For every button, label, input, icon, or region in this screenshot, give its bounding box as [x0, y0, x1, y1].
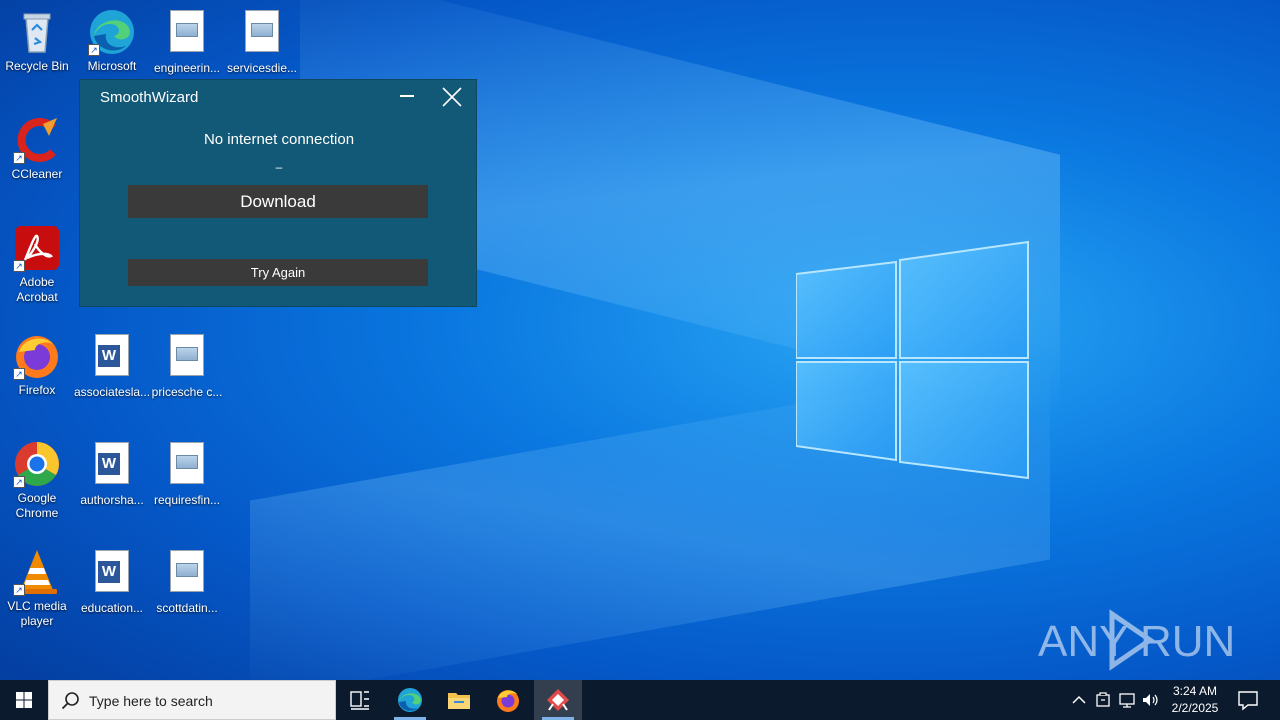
- volume-icon: [1143, 694, 1158, 706]
- adobe-acrobat-icon: ↗: [13, 224, 61, 272]
- image-file-icon: [170, 550, 204, 592]
- word-document-icon: W: [95, 550, 129, 592]
- download-button[interactable]: Download: [128, 185, 428, 218]
- edge-icon: [398, 688, 422, 712]
- start-button[interactable]: [0, 680, 48, 720]
- desktop-icon-label: Microsoft Edge: [87, 59, 137, 73]
- edge-icon: ↗: [88, 8, 136, 56]
- desktop-icon-scottdatin[interactable]: scottdatin...: [149, 548, 225, 616]
- desktop-icon-label: Google Chrome: [15, 491, 59, 520]
- vlc-cone-icon: ↗: [13, 548, 61, 596]
- image-file-icon: [170, 10, 204, 52]
- search-icon: [61, 692, 79, 710]
- desktop-icon-firefox[interactable]: ↗ Firefox: [0, 332, 75, 398]
- desktop-icon-label: pricesche c...: [151, 385, 223, 399]
- desktop-icon-label: scottdatin...: [156, 601, 218, 615]
- watermark-text-any: ANY: [1038, 617, 1128, 666]
- security-tray-button[interactable]: [1093, 690, 1113, 710]
- window-title: SmoothWizard: [100, 89, 199, 106]
- taskbar-edge-button[interactable]: [386, 680, 434, 720]
- desktop-icon-engineerin[interactable]: engineerin...: [149, 8, 225, 76]
- desktop-icon-label: Recycle Bin: [5, 59, 69, 73]
- desktop-icon-education[interactable]: W education...: [74, 548, 150, 616]
- watermark-text-run: RUN: [1140, 617, 1235, 666]
- desktop-icon-label: associatesla...: [74, 385, 151, 399]
- firefox-icon: [497, 690, 519, 712]
- firefox-icon: ↗: [13, 332, 61, 380]
- desktop-icon-label: authorsha...: [80, 493, 144, 507]
- desktop-icon-ccleaner[interactable]: ↗ CCleaner: [0, 116, 75, 182]
- word-document-icon: W: [95, 442, 129, 484]
- status-dash: –: [275, 160, 283, 174]
- image-file-icon: [245, 10, 279, 52]
- try-again-button[interactable]: Try Again: [128, 259, 428, 286]
- windows-start-icon: [16, 692, 32, 708]
- desktop-icon-requiresfin[interactable]: requiresfin...: [149, 440, 225, 508]
- desktop-icon-label: VLC media player: [7, 599, 67, 628]
- network-icon: [1119, 693, 1135, 708]
- action-center-button[interactable]: [1236, 688, 1260, 712]
- shortcut-arrow-icon: ↗: [13, 260, 25, 272]
- clock-time: 3:24 AM: [1172, 684, 1218, 698]
- ccleaner-icon: ↗: [13, 116, 61, 164]
- smoothwizard-window: SmoothWizard No internet connection – Do…: [79, 79, 477, 307]
- taskbar-firefox-button[interactable]: [484, 680, 532, 720]
- minimize-button[interactable]: [398, 86, 416, 106]
- image-file-icon: [170, 334, 204, 376]
- taskbar-search-box[interactable]: Type here to search: [48, 680, 336, 720]
- desktop-icon-label: education...: [80, 601, 144, 615]
- image-file-icon: [170, 442, 204, 484]
- security-icon: [1096, 692, 1110, 707]
- network-tray-button[interactable]: [1117, 690, 1137, 710]
- desktop-icon-microsoft-edge[interactable]: ↗ Microsoft Edge: [74, 8, 150, 74]
- taskbar-clock[interactable]: 3:24 AM 2/2/2025: [1164, 683, 1226, 717]
- task-view-icon: [350, 691, 369, 710]
- shortcut-arrow-icon: ↗: [13, 476, 25, 488]
- notification-icon: [1238, 691, 1258, 711]
- smoothwizard-app-icon: [547, 689, 569, 711]
- desktop-icon-recycle-bin[interactable]: Recycle Bin: [0, 8, 75, 74]
- shortcut-arrow-icon: ↗: [13, 368, 25, 380]
- windows-wallpaper-logo: [796, 240, 1029, 480]
- connection-status-text: No internet connection: [203, 131, 355, 148]
- desktop-icon-associatesla[interactable]: W associatesla...: [74, 332, 150, 400]
- desktop-icon-google-chrome[interactable]: ↗ Google Chrome: [0, 440, 75, 521]
- desktop-icon-label: servicesdie...: [226, 61, 298, 75]
- desktop-icon-authorsha[interactable]: W authorsha...: [74, 440, 150, 508]
- desktop-icon-pricesche[interactable]: pricesche c...: [149, 332, 225, 400]
- taskbar-file-explorer-button[interactable]: [435, 680, 483, 720]
- desktop-icon-label: Adobe Acrobat: [16, 275, 58, 304]
- desktop-icon-servicesdie[interactable]: servicesdie...: [224, 8, 300, 76]
- show-hidden-icons-button[interactable]: [1069, 690, 1089, 710]
- desktop-icon-label: engineerin...: [153, 61, 221, 75]
- clock-date: 2/2/2025: [1171, 701, 1219, 715]
- desktop-icon-label: Firefox: [18, 383, 56, 397]
- volume-tray-button[interactable]: [1141, 690, 1161, 710]
- word-document-icon: W: [95, 334, 129, 376]
- shortcut-arrow-icon: ↗: [13, 584, 25, 596]
- shortcut-arrow-icon: ↗: [13, 152, 25, 164]
- file-explorer-icon: [448, 693, 470, 709]
- taskbar: Type here to search 3:24 AM 2/2/2025: [0, 680, 1280, 720]
- chrome-icon: ↗: [13, 440, 61, 488]
- task-view-button[interactable]: [336, 680, 384, 720]
- recycle-bin-icon: [13, 8, 61, 56]
- taskbar-smoothwizard-button[interactable]: [534, 680, 582, 720]
- desktop-icon-vlc-media-player[interactable]: ↗ VLC media player: [0, 548, 75, 629]
- close-button[interactable]: [442, 87, 462, 107]
- chevron-up-icon: [1072, 695, 1086, 704]
- search-placeholder: Type here to search: [89, 693, 213, 709]
- anyrun-watermark: ANY RUN: [1038, 608, 1238, 672]
- desktop-icon-label: requiresfin...: [153, 493, 221, 507]
- desktop-icon-label: CCleaner: [11, 167, 63, 181]
- close-icon: [442, 87, 462, 107]
- desktop-icon-adobe-acrobat[interactable]: ↗ Adobe Acrobat: [0, 224, 75, 305]
- shortcut-arrow-icon: ↗: [88, 44, 100, 56]
